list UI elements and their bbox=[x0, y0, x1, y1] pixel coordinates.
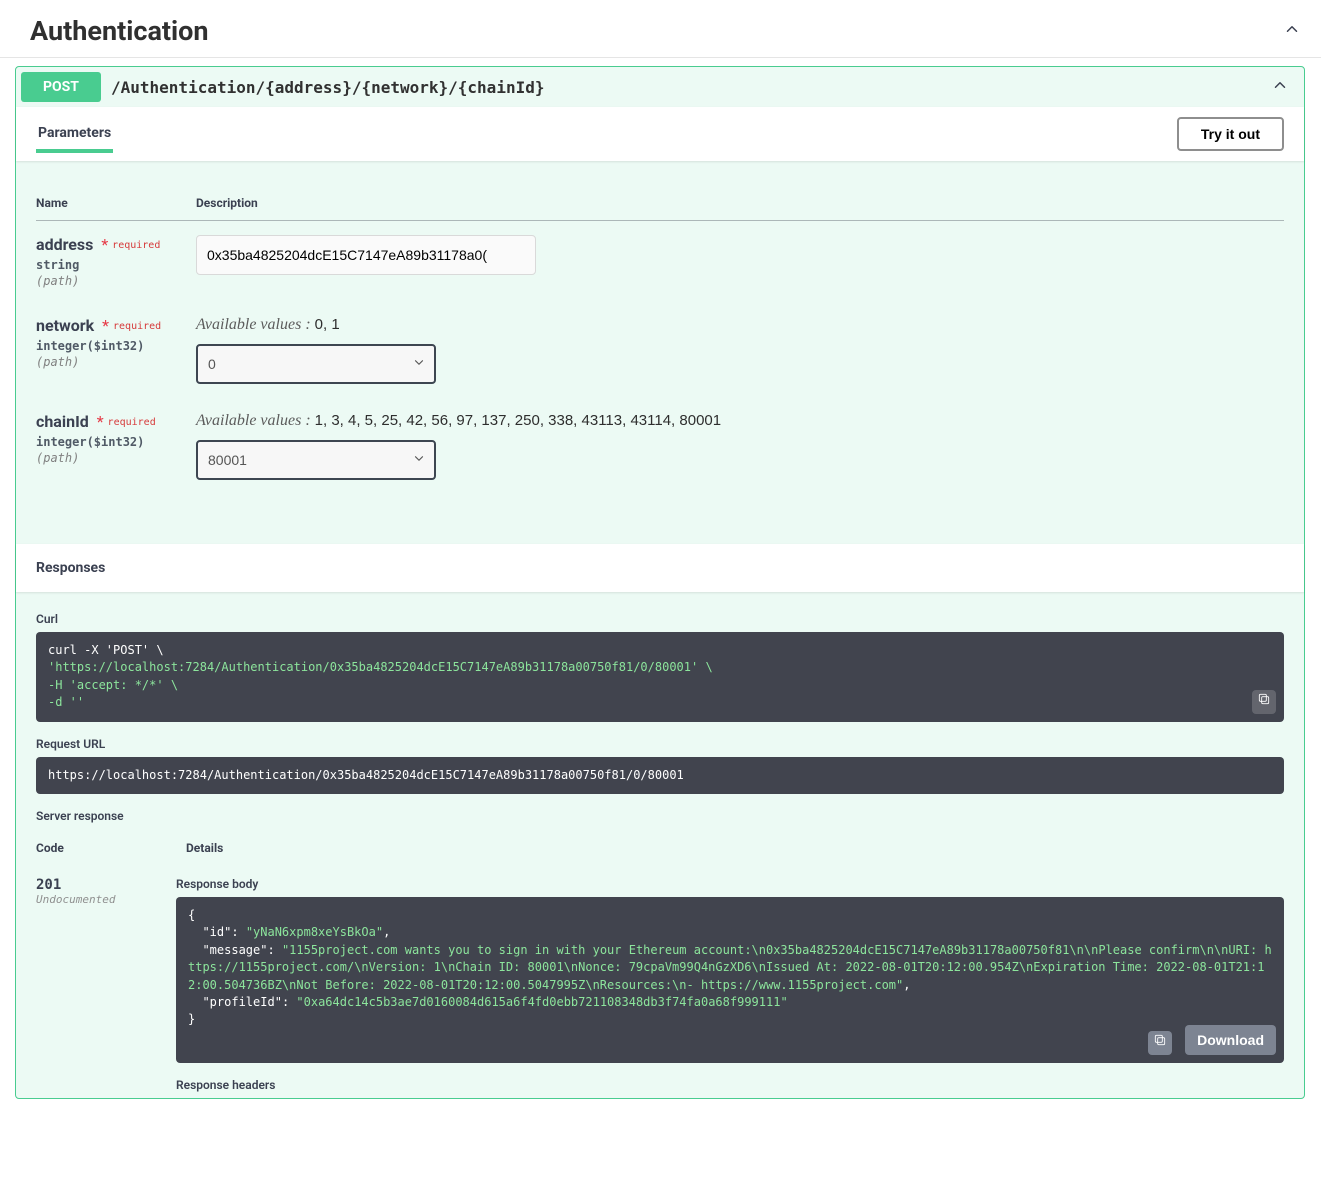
json-brace: } bbox=[188, 1011, 1272, 1028]
details-column-header: Details bbox=[186, 841, 223, 855]
response-code: 201 bbox=[36, 877, 136, 893]
available-values-note: Available values : 0, 1 bbox=[196, 316, 1284, 334]
copy-response-button[interactable] bbox=[1148, 1031, 1172, 1055]
json-key: "message" bbox=[202, 943, 267, 957]
collapse-section-icon[interactable] bbox=[1283, 20, 1301, 42]
required-label: required bbox=[112, 240, 160, 251]
curl-codebox: curl -X 'POST' \ 'https://localhost:7284… bbox=[36, 632, 1284, 722]
json-brace: { bbox=[188, 907, 1272, 924]
operation-summary[interactable]: POST /Authentication/{address}/{network}… bbox=[16, 67, 1304, 107]
required-star-icon: * bbox=[97, 235, 108, 254]
param-row-chainid: chainId * required integer($int32) (path… bbox=[36, 398, 1284, 494]
operation-block: POST /Authentication/{address}/{network}… bbox=[15, 66, 1305, 1099]
curl-line: -H 'accept: */*' \ bbox=[48, 678, 178, 692]
network-select[interactable]: 0 bbox=[196, 344, 436, 384]
json-value: "1155project.com wants you to sign in wi… bbox=[188, 943, 1272, 992]
request-url-value: https://localhost:7284/Authentication/0x… bbox=[48, 768, 684, 782]
clipboard-icon bbox=[1153, 1033, 1167, 1052]
response-row: 201 Undocumented Response body { "id": "… bbox=[36, 877, 1284, 1098]
curl-line: -d '' bbox=[48, 695, 84, 709]
server-response-label: Server response bbox=[36, 809, 1284, 823]
required-label: required bbox=[108, 417, 156, 428]
section-title: Authentication bbox=[30, 15, 209, 47]
curl-line: 'https://localhost:7284/Authentication/0… bbox=[48, 660, 713, 674]
param-name: network bbox=[36, 316, 94, 335]
download-response-button[interactable]: Download bbox=[1185, 1025, 1276, 1055]
response-headers-label: Response headers bbox=[176, 1078, 1284, 1092]
parameters-section-header: Parameters Try it out bbox=[16, 107, 1304, 161]
http-method-badge: POST bbox=[21, 72, 101, 102]
responses-section-header: Responses bbox=[16, 544, 1304, 592]
param-type: integer($int32) bbox=[36, 335, 196, 353]
json-key: "id" bbox=[202, 925, 231, 939]
param-name: address bbox=[36, 235, 93, 254]
request-url-box: https://localhost:7284/Authentication/0x… bbox=[36, 757, 1284, 794]
param-row-address: address * required string (path) bbox=[36, 221, 1284, 303]
address-input[interactable] bbox=[196, 235, 536, 275]
required-star-icon: * bbox=[93, 412, 104, 431]
parameters-table: Name Description address * required stri… bbox=[36, 186, 1284, 494]
response-body-label: Response body bbox=[176, 877, 1284, 891]
param-type: integer($int32) bbox=[36, 431, 196, 449]
chainid-select[interactable]: 80001 bbox=[196, 440, 436, 480]
responses-section: Curl curl -X 'POST' \ 'https://localhost… bbox=[16, 592, 1304, 1098]
column-header-description: Description bbox=[196, 186, 1284, 221]
required-label: required bbox=[113, 321, 161, 332]
response-body-box: { "id": "yNaN6xpm8xeYsBkOa", "message": … bbox=[176, 897, 1284, 1063]
json-value: "0xa64dc14c5b3ae7d0160084d615a6f4fd0ebb7… bbox=[296, 995, 787, 1009]
param-in: (path) bbox=[36, 272, 196, 288]
try-it-out-button[interactable]: Try it out bbox=[1177, 117, 1284, 151]
copy-curl-button[interactable] bbox=[1252, 690, 1276, 714]
operation-path: /Authentication/{address}/{network}/{cha… bbox=[101, 78, 1271, 97]
param-type: string bbox=[36, 254, 196, 272]
param-in: (path) bbox=[36, 353, 196, 369]
required-star-icon: * bbox=[98, 316, 109, 335]
section-header: Authentication bbox=[0, 0, 1321, 58]
tab-parameters[interactable]: Parameters bbox=[36, 115, 113, 153]
clipboard-icon bbox=[1257, 692, 1271, 711]
code-column-header: Code bbox=[36, 841, 136, 855]
response-table-header: Code Details bbox=[36, 841, 1284, 855]
param-name: chainId bbox=[36, 412, 89, 431]
json-value: "yNaN6xpm8xeYsBkOa" bbox=[246, 925, 383, 939]
request-url-label: Request URL bbox=[36, 737, 1284, 751]
param-row-network: network * required integer($int32) (path… bbox=[36, 302, 1284, 398]
undocumented-label: Undocumented bbox=[36, 893, 136, 906]
curl-label: Curl bbox=[36, 612, 1284, 626]
collapse-operation-icon[interactable] bbox=[1271, 76, 1299, 98]
curl-line: curl -X 'POST' \ bbox=[48, 643, 164, 657]
param-in: (path) bbox=[36, 449, 196, 465]
json-key: "profileId" bbox=[202, 995, 281, 1009]
column-header-name: Name bbox=[36, 186, 196, 221]
available-values-note: Available values : 1, 3, 4, 5, 25, 42, 5… bbox=[196, 412, 1284, 430]
